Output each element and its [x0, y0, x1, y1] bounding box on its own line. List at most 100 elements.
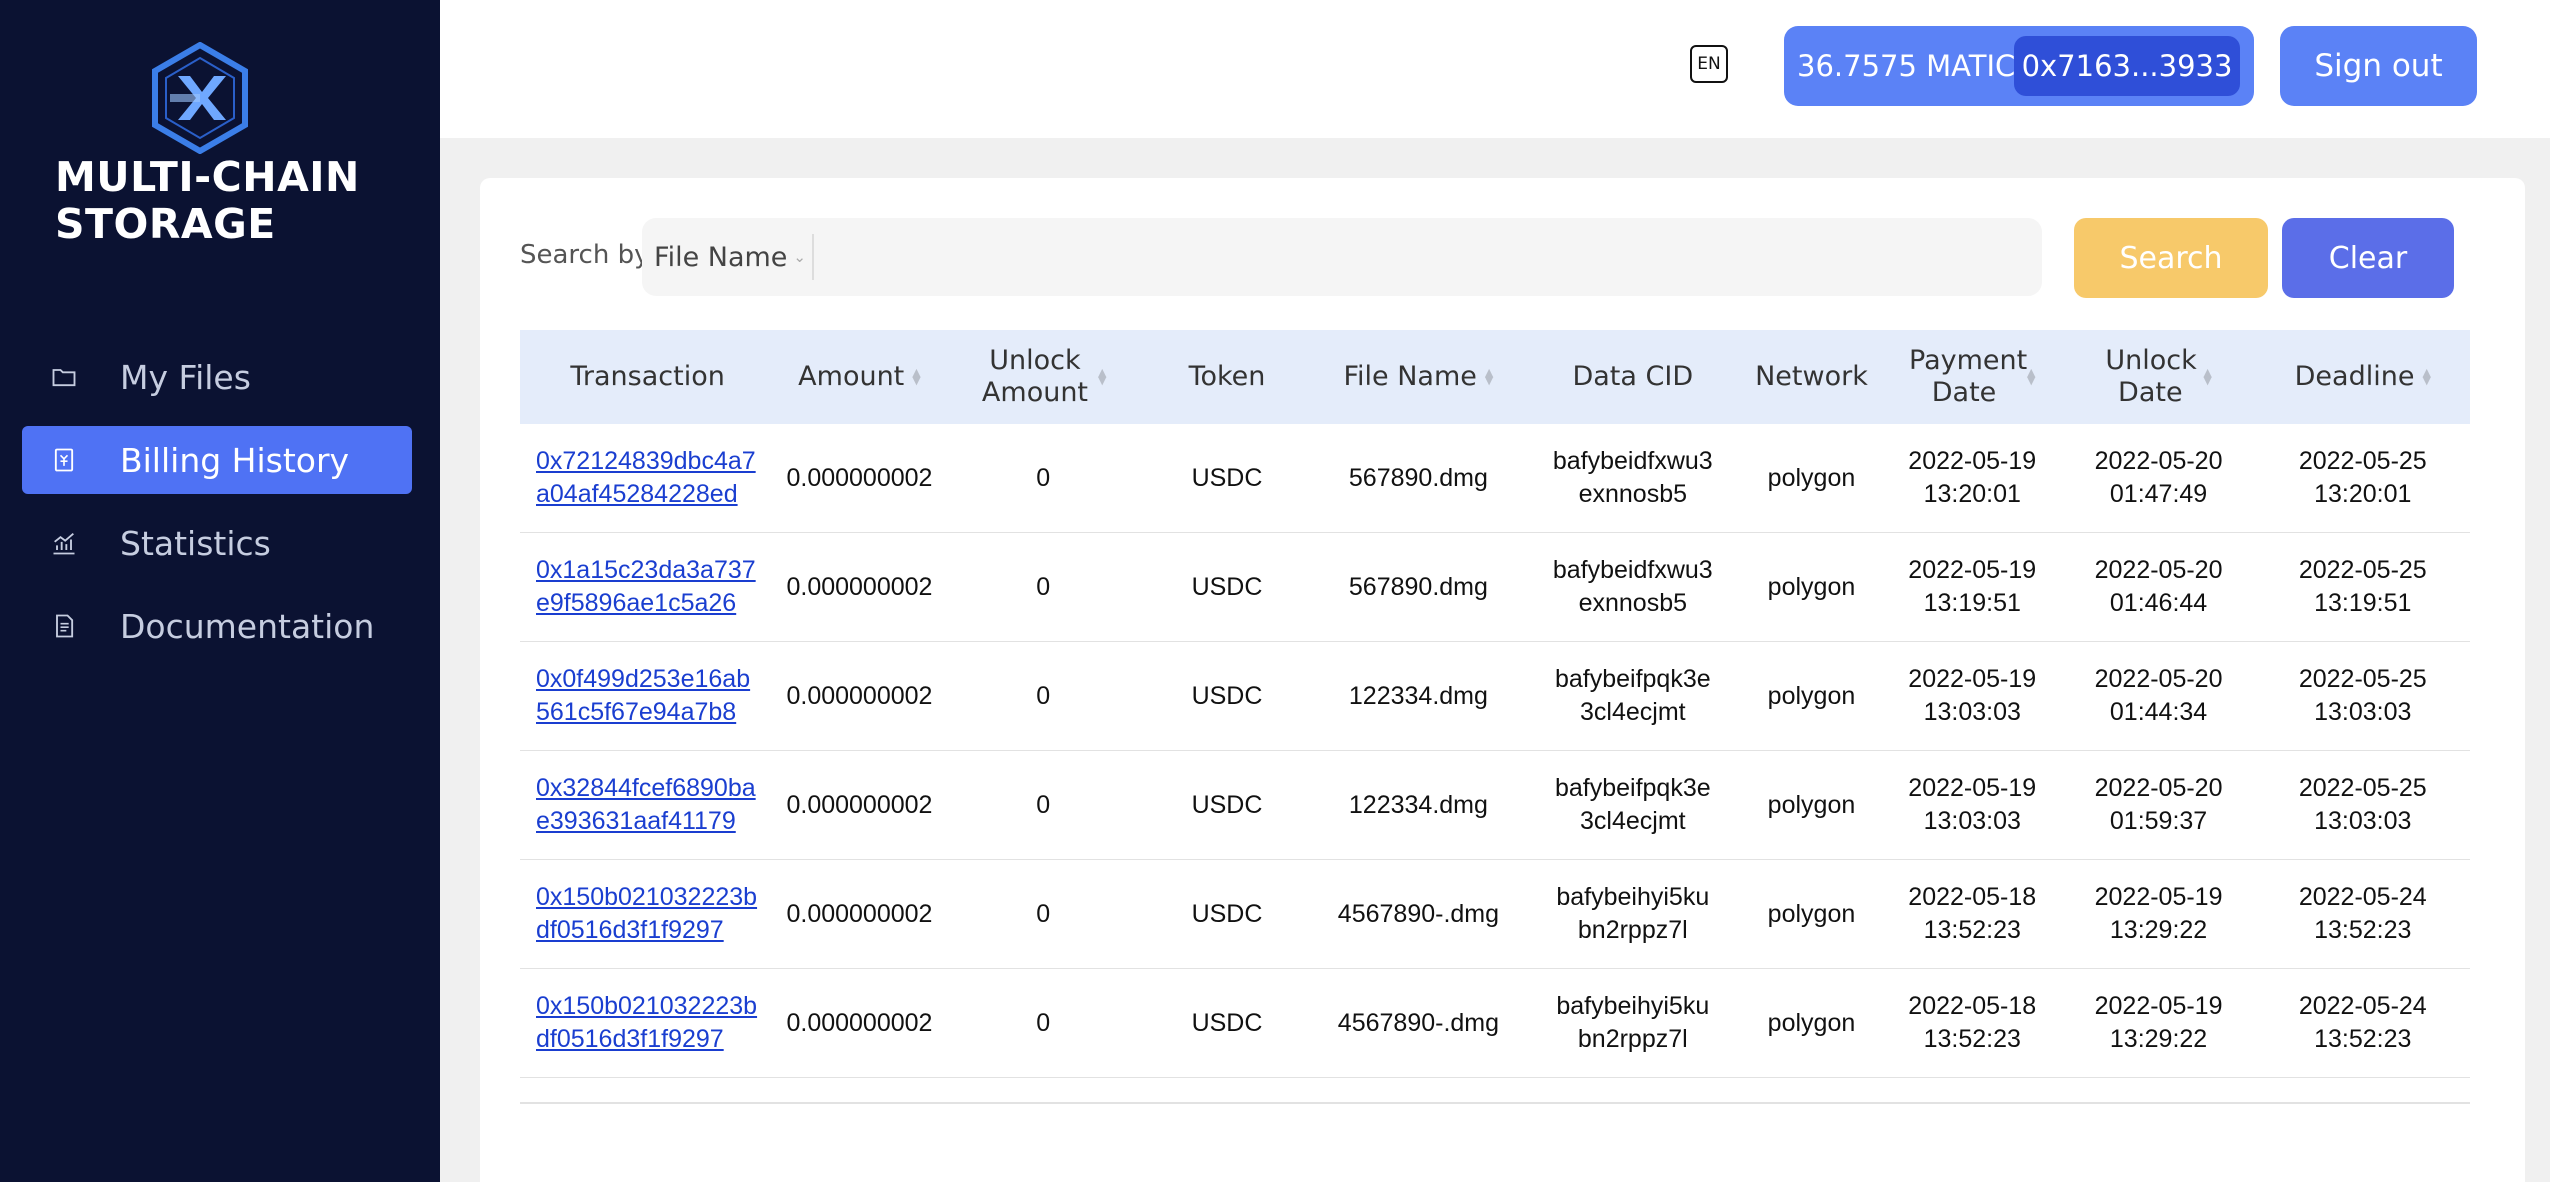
sidebar-item-label: My Files — [120, 357, 251, 397]
sign-out-button[interactable]: Sign out — [2280, 26, 2477, 106]
network-cell: polygon — [1740, 424, 1883, 533]
transaction-link[interactable]: 0x72124839dbc4a7a04af45284228ed — [536, 445, 761, 511]
table-bottom-border — [520, 1102, 2470, 1104]
file-name-cell: 4567890-.dmg — [1311, 859, 1526, 969]
table-row: 0x32844fcef6890bae393631aaf41179 0.00000… — [520, 750, 2470, 860]
column-header-deadline[interactable]: Deadline ▲ ▼ — [2255, 330, 2470, 424]
amount-cell: 0.000000002 — [775, 532, 944, 642]
deadline-cell: 2022-05-25 13:03:03 — [2255, 641, 2470, 751]
network-cell: polygon — [1740, 641, 1883, 751]
logo-icon — [152, 42, 248, 154]
receipt-icon — [48, 444, 80, 476]
sidebar-item-my-files[interactable]: My Files — [22, 343, 412, 411]
transaction-link[interactable]: 0x0f499d253e16ab561c5f67e94a7b8 — [536, 663, 761, 729]
file-name-cell: 122334.dmg — [1311, 641, 1526, 751]
transaction-link[interactable]: 0x150b021032223bdf0516d3f1f9297 — [536, 881, 761, 947]
column-header-amount[interactable]: Amount ▲ ▼ — [775, 330, 944, 424]
payment-date-cell: 2022-05-18 13:52:23 — [1882, 968, 2062, 1078]
sort-icon[interactable]: ▲ ▼ — [2422, 367, 2430, 386]
billing-history-panel: Search by File Name ⌄ Search Clear Trans… — [480, 178, 2525, 1182]
column-header-unlock-amount[interactable]: Unlock Amount ▲ ▼ — [943, 330, 1143, 424]
unlock-amount-cell: 0 — [943, 424, 1143, 533]
sort-icon[interactable]: ▲ ▼ — [1485, 367, 1493, 386]
column-header-token: Token — [1142, 330, 1312, 424]
search-bar: File Name ⌄ — [642, 218, 2042, 296]
table-row: 0x150b021032223bdf0516d3f1f9297 0.000000… — [520, 859, 2470, 969]
unlock-amount-cell: 0 — [943, 968, 1143, 1078]
unlock-date-cell: 2022-05-20 01:46:44 — [2061, 532, 2256, 642]
unlock-amount-cell: 0 — [943, 750, 1143, 860]
file-name-cell: 4567890-.dmg — [1311, 968, 1526, 1078]
wallet-address[interactable]: 0x7163...3933 — [2014, 36, 2240, 96]
sort-icon[interactable]: ▲ ▼ — [1098, 367, 1106, 386]
token-cell: USDC — [1142, 859, 1312, 969]
deadline-cell: 2022-05-25 13:20:01 — [2255, 424, 2470, 533]
data-cid-cell: bafybeifpqk3e3cl4ecjmt — [1554, 774, 1711, 835]
unlock-date-cell: 2022-05-19 13:29:22 — [2061, 859, 2256, 969]
deadline-cell: 2022-05-25 13:19:51 — [2255, 532, 2470, 642]
amount-cell: 0.000000002 — [775, 968, 944, 1078]
table-row: 0x72124839dbc4a7a04af45284228ed 0.000000… — [520, 424, 2470, 533]
table-row: 0x1a15c23da3a737e9f5896ae1c5a26 0.000000… — [520, 532, 2470, 642]
token-cell: USDC — [1142, 424, 1312, 533]
table-row: 0x0f499d253e16ab561c5f67e94a7b8 0.000000… — [520, 641, 2470, 751]
transaction-link[interactable]: 0x150b021032223bdf0516d3f1f9297 — [536, 990, 761, 1056]
amount-cell: 0.000000002 — [775, 641, 944, 751]
search-by-label: Search by — [520, 240, 650, 270]
unlock-amount-cell: 0 — [943, 532, 1143, 642]
wallet-balance: 36.7575 MATIC — [1797, 49, 2016, 83]
column-header-unlock-date[interactable]: Unlock Date ▲ ▼ — [2061, 330, 2256, 424]
column-header-payment-date[interactable]: Payment Date ▲ ▼ — [1882, 330, 2062, 424]
deadline-cell: 2022-05-24 13:52:23 — [2255, 859, 2470, 969]
sidebar-item-billing-history[interactable]: Billing History — [22, 426, 412, 494]
column-header-network: Network — [1740, 330, 1883, 424]
sidebar-item-label: Billing History — [120, 440, 350, 480]
divider — [812, 234, 814, 280]
deadline-cell: 2022-05-24 13:52:23 — [2255, 968, 2470, 1078]
table-row: 0x150b021032223bdf0516d3f1f9297 0.000000… — [520, 968, 2470, 1078]
language-switch[interactable]: EN — [1690, 45, 1728, 83]
sidebar-item-statistics[interactable]: Statistics — [22, 509, 412, 577]
network-cell: polygon — [1740, 859, 1883, 969]
billing-table: Transaction Amount ▲ ▼ Unlock Amount ▲ ▼ Tok… — [520, 330, 2470, 1078]
sort-icon[interactable]: ▲ ▼ — [2203, 367, 2211, 386]
top-header: EN 36.7575 MATIC 0x7163...3933 Sign out — [440, 0, 2550, 138]
search-field-select[interactable]: File Name ⌄ — [642, 218, 812, 296]
network-cell: polygon — [1740, 532, 1883, 642]
data-cid-cell: bafybeifpqk3e3cl4ecjmt — [1554, 665, 1711, 726]
table-header: Transaction Amount ▲ ▼ Unlock Amount ▲ ▼ Tok… — [520, 330, 2470, 424]
sort-icon[interactable]: ▲ ▼ — [912, 367, 920, 386]
unlock-date-cell: 2022-05-20 01:47:49 — [2061, 424, 2256, 533]
file-name-cell: 567890.dmg — [1311, 424, 1526, 533]
data-cid-cell: bafybeidfxwu3exnnosb5 — [1552, 447, 1713, 508]
file-name-cell: 122334.dmg — [1311, 750, 1526, 860]
payment-date-cell: 2022-05-19 13:03:03 — [1882, 750, 2062, 860]
payment-date-cell: 2022-05-19 13:20:01 — [1882, 424, 2062, 533]
deadline-cell: 2022-05-25 13:03:03 — [2255, 750, 2470, 860]
payment-date-cell: 2022-05-19 13:03:03 — [1882, 641, 2062, 751]
sidebar-item-label: Statistics — [120, 523, 271, 563]
sidebar: MULTI-CHAIN STORAGE My Files Billing His… — [0, 0, 440, 1182]
token-cell: USDC — [1142, 750, 1312, 860]
amount-cell: 0.000000002 — [775, 859, 944, 969]
column-header-transaction: Transaction — [520, 330, 776, 424]
amount-cell: 0.000000002 — [775, 424, 944, 533]
wallet-info[interactable]: 36.7575 MATIC 0x7163...3933 — [1784, 26, 2254, 106]
sidebar-item-label: Documentation — [120, 606, 375, 646]
sidebar-item-documentation[interactable]: Documentation — [22, 592, 412, 660]
chart-icon — [48, 527, 80, 559]
transaction-link[interactable]: 0x1a15c23da3a737e9f5896ae1c5a26 — [536, 554, 761, 620]
unlock-date-cell: 2022-05-19 13:29:22 — [2061, 968, 2256, 1078]
sidebar-nav: My Files Billing History Statistics Docu… — [22, 343, 412, 675]
unlock-date-cell: 2022-05-20 01:44:34 — [2061, 641, 2256, 751]
file-name-cell: 567890.dmg — [1311, 532, 1526, 642]
search-field-value: File Name — [654, 241, 788, 273]
transaction-link[interactable]: 0x32844fcef6890bae393631aaf41179 — [536, 772, 761, 838]
clear-button[interactable]: Clear — [2282, 218, 2454, 298]
data-cid-cell: bafybeihyi5kubn2rppz7l — [1556, 883, 1710, 944]
column-header-file-name[interactable]: File Name ▲ ▼ — [1311, 330, 1526, 424]
search-input[interactable] — [818, 226, 2032, 290]
network-cell: polygon — [1740, 750, 1883, 860]
sort-icon[interactable]: ▲ ▼ — [2027, 367, 2035, 386]
search-button[interactable]: Search — [2074, 218, 2268, 298]
